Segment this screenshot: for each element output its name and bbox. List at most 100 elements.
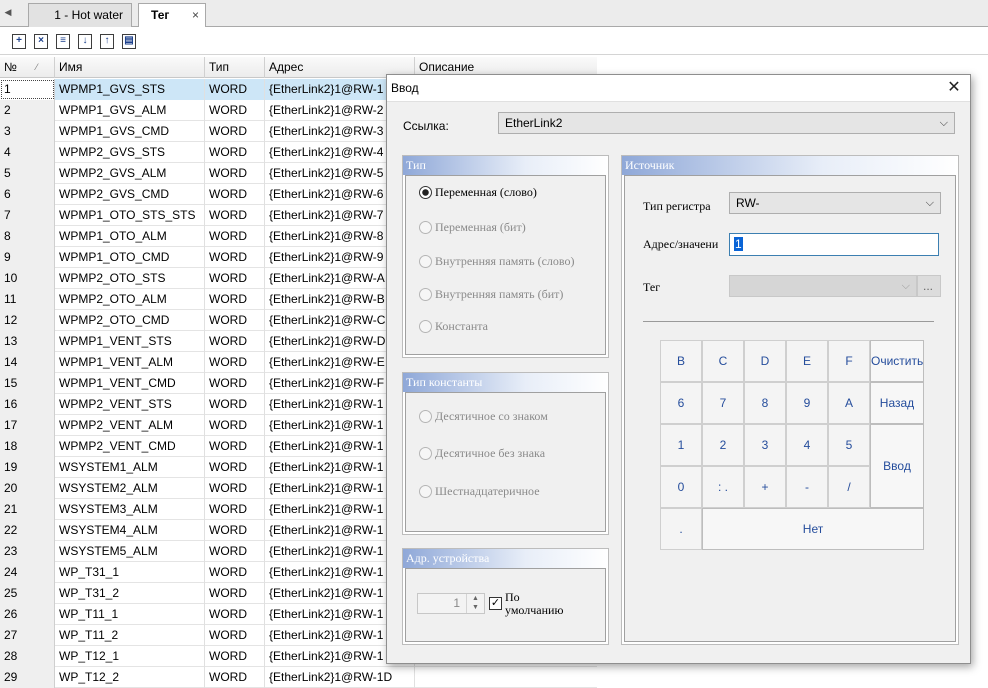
tag-name-cell[interactable]: WP_T11_2 (55, 625, 205, 646)
row-number-cell[interactable]: 5 (0, 163, 55, 184)
tag-type-cell[interactable]: WORD (205, 142, 265, 163)
row-number-cell[interactable]: 12 (0, 310, 55, 331)
row-number-cell[interactable]: 22 (0, 520, 55, 541)
key-b[interactable]: B (660, 340, 702, 382)
tag-description-cell[interactable] (415, 667, 597, 688)
row-number-cell[interactable]: 17 (0, 415, 55, 436)
key-5[interactable]: 5 (828, 424, 870, 466)
key-plus[interactable]: + (744, 466, 786, 508)
key-d[interactable]: D (744, 340, 786, 382)
tag-name-cell[interactable]: WPMP1_GVS_CMD (55, 121, 205, 142)
tag-select[interactable]: ⌵ (729, 275, 917, 297)
row-number-cell[interactable]: 21 (0, 499, 55, 520)
tag-name-cell[interactable]: WPMP1_OTO_STS_STS (55, 205, 205, 226)
tag-type-cell[interactable]: WORD (205, 247, 265, 268)
tag-name-cell[interactable]: WPMP2_OTO_ALM (55, 289, 205, 310)
row-number-cell[interactable]: 7 (0, 205, 55, 226)
tag-type-cell[interactable]: WORD (205, 184, 265, 205)
tag-type-cell[interactable]: WORD (205, 436, 265, 457)
tag-name-cell[interactable]: WPMP2_GVS_CMD (55, 184, 205, 205)
clear-button[interactable]: Очистить (870, 340, 924, 382)
row-number-cell[interactable]: 20 (0, 478, 55, 499)
key-0[interactable]: 0 (660, 466, 702, 508)
tag-type-cell[interactable]: WORD (205, 205, 265, 226)
spin-down-icon[interactable]: ▼ (467, 603, 484, 612)
key-4[interactable]: 4 (786, 424, 828, 466)
row-number-cell[interactable]: 23 (0, 541, 55, 562)
key-7[interactable]: 7 (702, 382, 744, 424)
tag-type-cell[interactable]: WORD (205, 478, 265, 499)
tag-name-cell[interactable]: WPMP2_VENT_STS (55, 394, 205, 415)
row-number-cell[interactable]: 26 (0, 604, 55, 625)
row-number-cell[interactable]: 16 (0, 394, 55, 415)
radio-signed-decimal[interactable]: Десятичное со знаком (419, 408, 548, 424)
key-9[interactable]: 9 (786, 382, 828, 424)
row-number-cell[interactable]: 18 (0, 436, 55, 457)
cancel-button[interactable]: Нет (702, 508, 924, 550)
tag-name-cell[interactable]: WSYSTEM1_ALM (55, 457, 205, 478)
tag-name-cell[interactable]: WPMP2_OTO_CMD (55, 310, 205, 331)
tag-type-cell[interactable]: WORD (205, 100, 265, 121)
tag-name-cell[interactable]: WPMP2_OTO_STS (55, 268, 205, 289)
tag-name-cell[interactable]: WSYSTEM4_ALM (55, 520, 205, 541)
radio-variable-word[interactable]: Переменная (слово) (419, 184, 537, 200)
back-button[interactable]: Назад (870, 382, 924, 424)
tag-name-cell[interactable]: WPMP1_VENT_CMD (55, 373, 205, 394)
key-colon-dot[interactable]: : . (702, 466, 744, 508)
add-row-icon[interactable]: + (12, 34, 26, 49)
settings-icon[interactable]: ▤ (122, 34, 136, 49)
tab-hot-water[interactable]: 1 - Hot water (28, 3, 132, 27)
tag-name-cell[interactable]: WP_T12_2 (55, 667, 205, 688)
import-icon[interactable]: ↓ (78, 34, 92, 49)
tag-name-cell[interactable]: WSYSTEM2_ALM (55, 478, 205, 499)
row-number-cell[interactable]: 9 (0, 247, 55, 268)
row-number-cell[interactable]: 13 (0, 331, 55, 352)
tag-type-cell[interactable]: WORD (205, 226, 265, 247)
tag-name-cell[interactable]: WP_T31_1 (55, 562, 205, 583)
tag-type-cell[interactable]: WORD (205, 646, 265, 667)
tab-scroll-left-icon[interactable]: ◀ (2, 5, 14, 19)
tag-address-cell[interactable]: {EtherLink2}1@RW-1D (265, 667, 415, 688)
row-number-cell[interactable]: 2 (0, 100, 55, 121)
close-icon[interactable]: ✕ (944, 78, 964, 98)
tag-type-cell[interactable]: WORD (205, 163, 265, 184)
row-number-cell[interactable]: 10 (0, 268, 55, 289)
key-c[interactable]: C (702, 340, 744, 382)
key-1[interactable]: 1 (660, 424, 702, 466)
tag-type-cell[interactable]: WORD (205, 520, 265, 541)
row-number-cell[interactable]: 29 (0, 667, 55, 688)
tag-type-cell[interactable]: WORD (205, 310, 265, 331)
close-icon[interactable]: × (192, 4, 199, 26)
row-number-cell[interactable]: 19 (0, 457, 55, 478)
key-minus[interactable]: - (786, 466, 828, 508)
tag-type-cell[interactable]: WORD (205, 583, 265, 604)
row-number-cell[interactable]: 15 (0, 373, 55, 394)
tag-type-cell[interactable]: WORD (205, 562, 265, 583)
tag-browse-button[interactable]: ... (917, 275, 941, 297)
radio-hexadecimal[interactable]: Шестнадцатеричное (419, 483, 540, 499)
tag-name-cell[interactable]: WPMP1_OTO_CMD (55, 247, 205, 268)
tag-name-cell[interactable]: WPMP1_VENT_STS (55, 331, 205, 352)
tag-name-cell[interactable]: WP_T11_1 (55, 604, 205, 625)
spin-arrows-icon[interactable]: ▲ ▼ (466, 594, 484, 613)
tag-type-cell[interactable]: WORD (205, 268, 265, 289)
key-2[interactable]: 2 (702, 424, 744, 466)
row-number-cell[interactable]: 11 (0, 289, 55, 310)
tag-name-cell[interactable]: WPMP1_GVS_STS (55, 79, 205, 100)
tag-name-cell[interactable]: WPMP2_GVS_STS (55, 142, 205, 163)
key-e[interactable]: E (786, 340, 828, 382)
radio-internal-bit[interactable]: Внутренняя память (бит) (419, 286, 563, 302)
delete-row-icon[interactable]: × (34, 34, 48, 49)
tab-tag[interactable]: Тег × (138, 3, 206, 28)
register-type-select[interactable]: RW- ⌵ (729, 192, 941, 214)
key-a[interactable]: A (828, 382, 870, 424)
row-number-cell[interactable]: 24 (0, 562, 55, 583)
address-input[interactable]: 1 (729, 233, 939, 256)
tag-type-cell[interactable]: WORD (205, 331, 265, 352)
tag-type-cell[interactable]: WORD (205, 79, 265, 100)
row-number-cell[interactable]: 14 (0, 352, 55, 373)
tag-name-cell[interactable]: WP_T12_1 (55, 646, 205, 667)
tag-name-cell[interactable]: WPMP2_GVS_ALM (55, 163, 205, 184)
key-8[interactable]: 8 (744, 382, 786, 424)
row-number-cell[interactable]: 6 (0, 184, 55, 205)
